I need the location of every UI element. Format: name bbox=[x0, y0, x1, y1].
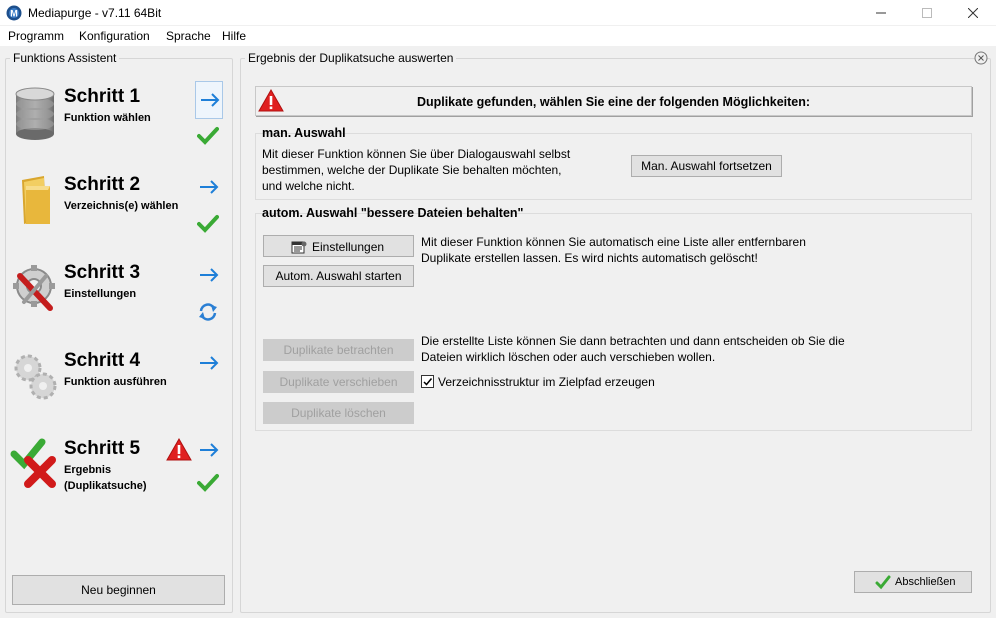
list-text-line1: Die erstellte Liste können Sie dann betr… bbox=[421, 334, 845, 348]
arrow-right-icon bbox=[201, 93, 220, 107]
database-icon bbox=[15, 87, 55, 140]
settings-dialog-icon bbox=[291, 241, 307, 254]
step-1-subtitle: Funktion wählen bbox=[64, 112, 151, 124]
gears-icon bbox=[14, 354, 57, 400]
folder-structure-label[interactable]: Verzeichnisstruktur im Zielpfad erzeugen bbox=[438, 374, 655, 390]
maximize-button[interactable] bbox=[904, 0, 950, 26]
step-5-arrow-button[interactable] bbox=[195, 432, 223, 470]
result-title: Ergebnis der Duplikatsuche auswerten bbox=[245, 51, 457, 65]
step-5-subtitle-line1: Ergebnis bbox=[64, 464, 112, 476]
manual-continue-button[interactable]: Man. Auswahl fortsetzen bbox=[631, 155, 782, 177]
view-duplicates-button[interactable]: Duplikate betrachten bbox=[263, 339, 414, 361]
maximize-icon bbox=[922, 8, 932, 18]
window-title: Mediapurge - v7.11 64Bit bbox=[28, 6, 162, 20]
auto-text-line2: Duplikate erstellen lassen. Es wird nich… bbox=[421, 251, 758, 265]
step-4-arrow-button[interactable] bbox=[195, 345, 223, 383]
step-2-arrow-button[interactable] bbox=[195, 169, 223, 207]
manual-title: man. Auswahl bbox=[262, 126, 346, 140]
step-4[interactable]: Schritt 4 Funktion ausführen bbox=[10, 350, 220, 430]
menu-sprache[interactable]: Sprache bbox=[166, 29, 211, 43]
finish-button[interactable]: Abschließen bbox=[854, 571, 972, 593]
arrow-right-icon bbox=[200, 268, 219, 282]
check-icon bbox=[197, 474, 219, 492]
folder-structure-checkbox[interactable] bbox=[421, 375, 434, 388]
move-duplicates-button[interactable]: Duplikate verschieben bbox=[263, 371, 414, 393]
step-2-subtitle: Verzeichnis(e) wählen bbox=[64, 200, 179, 212]
check-cross-icon bbox=[10, 438, 56, 488]
manual-text-line1: Mit dieser Funktion können Sie über Dial… bbox=[262, 147, 571, 161]
settings-button-label: Einstellungen bbox=[312, 240, 385, 254]
check-icon bbox=[197, 127, 219, 145]
check-icon bbox=[197, 215, 219, 233]
step-3-arrow-button[interactable] bbox=[195, 257, 223, 295]
manual-text-line3: und welche nicht. bbox=[262, 179, 355, 193]
step-3-title: Schritt 3 bbox=[64, 262, 141, 283]
auto-start-button[interactable]: Autom. Auswahl starten bbox=[263, 265, 414, 287]
result-banner: Duplikate gefunden, wählen Sie eine der … bbox=[255, 86, 972, 116]
arrow-right-icon bbox=[200, 180, 219, 194]
close-button[interactable] bbox=[950, 0, 996, 26]
step-5[interactable]: Schritt 5 Ergebnis (Duplikatsuche) bbox=[10, 438, 220, 518]
arrow-right-icon bbox=[200, 443, 219, 457]
step-5-subtitle-line2: (Duplikatsuche) bbox=[64, 480, 147, 492]
step-1-arrow-button[interactable] bbox=[195, 81, 223, 119]
auto-title: autom. Auswahl "bessere Dateien behalten… bbox=[262, 206, 524, 220]
step-4-subtitle: Funktion ausführen bbox=[64, 376, 167, 388]
finish-button-label: Abschließen bbox=[895, 576, 956, 588]
menu-konfiguration[interactable]: Konfiguration bbox=[79, 29, 150, 43]
minimize-button[interactable] bbox=[858, 0, 904, 26]
restart-button[interactable]: Neu beginnen bbox=[12, 575, 225, 605]
panel-close-icon[interactable] bbox=[974, 51, 988, 65]
menu-hilfe[interactable]: Hilfe bbox=[222, 29, 246, 43]
settings-tools-icon bbox=[13, 265, 55, 311]
auto-text-line1: Mit dieser Funktion können Sie automatis… bbox=[421, 235, 806, 249]
step-3[interactable]: Schritt 3 Einstellungen bbox=[10, 262, 220, 342]
step-2-title: Schritt 2 bbox=[64, 174, 141, 195]
delete-duplicates-button[interactable]: Duplikate löschen bbox=[263, 402, 414, 424]
step-4-title: Schritt 4 bbox=[64, 350, 141, 371]
title-bar: M Mediapurge - v7.11 64Bit bbox=[0, 0, 996, 26]
app-logo-icon: M bbox=[6, 5, 22, 21]
step-3-subtitle: Einstellungen bbox=[64, 288, 137, 300]
warning-icon bbox=[166, 438, 192, 461]
list-text-line2: Dateien wirklich löschen oder auch versc… bbox=[421, 350, 716, 364]
check-icon bbox=[875, 575, 891, 590]
step-5-title: Schritt 5 bbox=[64, 438, 141, 459]
close-icon bbox=[967, 7, 979, 19]
svg-text:M: M bbox=[10, 9, 18, 19]
checkmark-icon bbox=[423, 378, 433, 386]
settings-button[interactable]: Einstellungen bbox=[263, 235, 414, 257]
menu-bar: Programm Konfiguration Sprache Hilfe bbox=[0, 26, 996, 46]
menu-programm[interactable]: Programm bbox=[8, 29, 64, 43]
manual-text-line2: bestimmen, welche der Duplikate Sie beha… bbox=[262, 163, 562, 177]
minimize-icon bbox=[876, 12, 886, 14]
step-1-title: Schritt 1 bbox=[64, 86, 141, 107]
folder-icon bbox=[22, 176, 50, 224]
banner-text: Duplikate gefunden, wählen Sie eine der … bbox=[416, 95, 811, 109]
step-2[interactable]: Schritt 2 Verzeichnis(e) wählen bbox=[10, 174, 220, 254]
assistant-title: Funktions Assistent bbox=[10, 51, 120, 65]
arrow-right-icon bbox=[200, 356, 219, 370]
refresh-icon bbox=[199, 303, 217, 321]
step-1[interactable]: Schritt 1 Funktion wählen bbox=[10, 81, 223, 166]
